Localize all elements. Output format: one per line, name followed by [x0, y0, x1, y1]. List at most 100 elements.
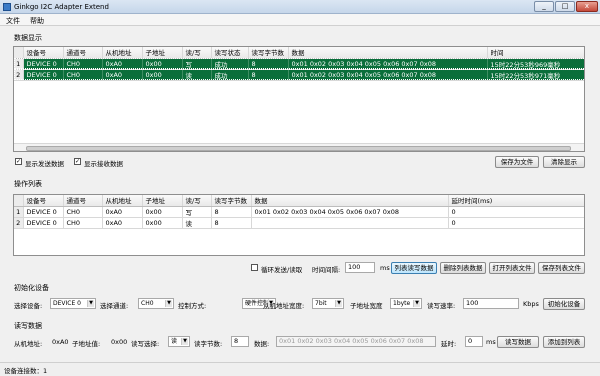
table-cell: [251, 217, 449, 229]
interval-input[interactable]: 100: [345, 262, 375, 273]
table-cell: 0xA0: [102, 69, 143, 81]
sub-addr-width-value: 1byte: [393, 300, 411, 307]
table-cell: 写: [182, 206, 212, 218]
rw-select-label: 读写选择:: [131, 340, 160, 348]
op-list-grid[interactable]: 设备号 通道号 从机地址 子地址 读/写 读写字节数 数据 延时时间(ms) 1…: [13, 194, 585, 256]
channel-select[interactable]: CH0 ▼: [138, 298, 174, 309]
column-header[interactable]: 读写字节数: [211, 195, 252, 207]
table-row[interactable]: 2 DEVICE 0 CH0 0xA0 0x00 读 成功 8 0x01 0x0…: [14, 69, 584, 81]
rate-input[interactable]: 100: [463, 298, 519, 309]
delete-list-button[interactable]: 删除列表数据: [440, 262, 486, 274]
loop-checkbox[interactable]: [251, 264, 258, 271]
column-header[interactable]: 读写字节数: [248, 47, 289, 59]
table-cell: 读: [182, 69, 212, 81]
table-cell: DEVICE 0: [23, 217, 64, 229]
save-file-button[interactable]: 保存为文件: [495, 156, 539, 168]
table-cell: CH0: [63, 69, 103, 81]
byte-count-label: 读字节数:: [194, 340, 223, 348]
clear-display-button[interactable]: 清除显示: [543, 156, 585, 168]
table-cell: CH0: [63, 206, 103, 218]
maximize-button[interactable]: □: [555, 1, 575, 12]
column-header[interactable]: 子地址: [142, 47, 183, 59]
sub-addr-value[interactable]: 0x00: [111, 338, 127, 346]
column-header[interactable]: 设备号: [23, 195, 64, 207]
device-select[interactable]: DEVICE 0 ▼: [50, 298, 96, 309]
scrollbar-thumb[interactable]: [26, 146, 571, 151]
slave-addr-value[interactable]: 0xA0: [52, 338, 69, 346]
table-cell: 0x00: [142, 217, 183, 229]
column-header[interactable]: 子地址: [142, 195, 183, 207]
data-display-header: 设备号 通道号 从机地址 子地址 读/写 读写状态 读写字节数 数据 时间: [14, 47, 584, 59]
table-row[interactable]: 1 DEVICE 0 CH0 0xA0 0x00 写 成功 8 0x01 0x0…: [14, 58, 584, 70]
slave-addr-width-label: 从机地址宽度:: [263, 302, 305, 310]
window-title: Ginkgo I2C Adapter Extend: [14, 3, 109, 11]
row-number: 2: [14, 217, 24, 229]
column-header[interactable]: 通道号: [63, 195, 103, 207]
show-received-label: 显示接收数据: [84, 160, 123, 168]
data-display-grid[interactable]: 设备号 通道号 从机地址 子地址 读/写 读写状态 读写字节数 数据 时间 1 …: [13, 46, 585, 152]
rw-select[interactable]: 读 ▼: [168, 336, 190, 347]
rw-data-button[interactable]: 读写数据: [497, 336, 539, 348]
table-cell: 成功: [211, 69, 249, 81]
byte-count-input[interactable]: 8: [231, 336, 249, 347]
column-header[interactable]: 延时时间(ms): [448, 195, 584, 207]
column-header[interactable]: 数据: [251, 195, 449, 207]
loop-label: 循环发送/读取: [261, 266, 303, 274]
row-number: 2: [14, 69, 24, 81]
op-list-header: 设备号 通道号 从机地址 子地址 读/写 读写字节数 数据 延时时间(ms): [14, 195, 584, 207]
horizontal-scrollbar[interactable]: [14, 143, 584, 151]
table-cell: CH0: [63, 217, 103, 229]
table-cell: 15时22分53秒971毫秒: [487, 69, 584, 81]
status-text: 设备连接数：1: [4, 367, 48, 375]
table-cell: 0x00: [142, 206, 183, 218]
show-sent-checkbox[interactable]: ✓: [15, 158, 22, 165]
chevron-down-icon: ▼: [335, 300, 342, 307]
table-cell: 0: [448, 217, 584, 229]
table-cell: 0x01 0x02 0x03 0x04 0x05 0x06 0x07 0x08: [251, 206, 449, 218]
row-number: 1: [14, 206, 24, 218]
column-header[interactable]: 设备号: [23, 47, 64, 59]
table-row[interactable]: 2 DEVICE 0 CH0 0xA0 0x00 读 8 0: [14, 217, 584, 229]
column-header[interactable]: 从机地址: [102, 195, 143, 207]
rate-unit: Kbps: [523, 300, 539, 308]
table-cell: 8: [248, 69, 289, 81]
slave-addr-width-select[interactable]: 7bit ▼: [312, 298, 344, 309]
table-cell: 15时22分53秒969毫秒: [487, 58, 584, 70]
column-header[interactable]: 读/写: [182, 195, 212, 207]
table-cell: 8: [211, 217, 252, 229]
minimize-button[interactable]: _: [534, 1, 554, 12]
app-icon: [3, 3, 11, 11]
chevron-down-icon: ▼: [165, 300, 172, 307]
menu-help[interactable]: 帮助: [30, 16, 44, 26]
sub-addr-width-select[interactable]: 1byte ▼: [390, 298, 422, 309]
column-header: [14, 47, 24, 59]
column-header[interactable]: 数据: [288, 47, 488, 59]
save-list-button[interactable]: 保存列表文件: [538, 262, 585, 274]
column-header[interactable]: 通道号: [63, 47, 103, 59]
column-header[interactable]: 时间: [487, 47, 584, 59]
sub-addr-width-label: 子地址宽度: [350, 302, 383, 310]
table-cell: 0x01 0x02 0x03 0x04 0x05 0x06 0x07 0x08: [288, 69, 488, 81]
list-rw-button[interactable]: 列表读写数据: [391, 262, 437, 274]
table-cell: DEVICE 0: [23, 69, 64, 81]
data-input[interactable]: 0x01 0x02 0x03 0x04 0x05 0x06 0x07 0x08: [276, 336, 436, 347]
column-header[interactable]: 从机地址: [102, 47, 143, 59]
open-list-button[interactable]: 打开列表文件: [489, 262, 535, 274]
delay-input[interactable]: 0: [465, 336, 483, 347]
init-device-button[interactable]: 初始化设备: [543, 298, 585, 310]
menu-file[interactable]: 文件: [6, 16, 20, 26]
chevron-down-icon: ▼: [413, 300, 420, 307]
column-header[interactable]: 读写状态: [211, 47, 249, 59]
column-header[interactable]: 读/写: [182, 47, 212, 59]
init-device-label: 初始化设备: [14, 284, 49, 292]
close-button[interactable]: x: [576, 1, 598, 12]
slave-addr-label: 从机地址:: [14, 340, 43, 348]
table-cell: 0xA0: [102, 206, 143, 218]
table-row[interactable]: 1 DEVICE 0 CH0 0xA0 0x00 写 8 0x01 0x02 0…: [14, 206, 584, 218]
rate-label: 读写速率:: [427, 302, 456, 310]
show-received-checkbox[interactable]: ✓: [74, 158, 81, 165]
add-to-list-button[interactable]: 添加到列表: [543, 336, 585, 348]
rw-data-label: 读写数据: [14, 322, 42, 330]
sub-addr-label: 子地址值:: [72, 340, 101, 348]
device-select-value: DEVICE 0: [53, 300, 81, 307]
